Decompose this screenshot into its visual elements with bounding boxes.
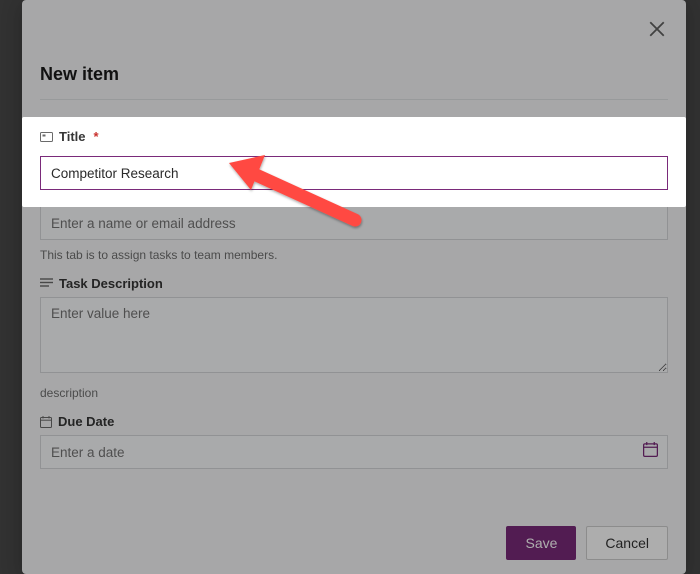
title-label: Title [59,116,86,131]
required-asterisk: * [94,116,99,131]
title-field-block: Title * [40,116,668,171]
save-button[interactable]: Save [506,526,576,560]
description-textarea[interactable] [40,297,668,373]
close-button[interactable] [648,20,668,40]
calendar-picker-icon[interactable] [643,442,658,462]
duedate-label: Due Date [58,414,114,429]
title-icon [40,119,53,129]
description-icon [40,278,53,289]
dialog-header [22,0,686,48]
description-help: description [40,386,668,400]
assigned-label: Assigned [58,185,117,200]
assigned-field-block: Assigned This tab is to assign tasks to … [40,185,668,262]
title-input[interactable] [40,137,668,171]
description-label: Task Description [59,276,163,291]
calendar-icon [40,416,52,428]
cancel-button[interactable]: Cancel [586,526,668,560]
duedate-field-block: Due Date [40,414,668,469]
description-field-block: Task Description description [40,276,668,400]
assigned-help: This tab is to assign tasks to team memb… [40,248,668,262]
page-title: New item [40,48,668,99]
close-icon [648,20,668,38]
dialog-footer: Save Cancel [506,526,668,560]
duedate-input[interactable] [40,435,668,469]
new-item-dialog: New item Title * Ass [22,0,686,574]
divider [40,99,668,100]
assigned-input[interactable] [40,206,668,240]
person-icon [40,186,52,199]
